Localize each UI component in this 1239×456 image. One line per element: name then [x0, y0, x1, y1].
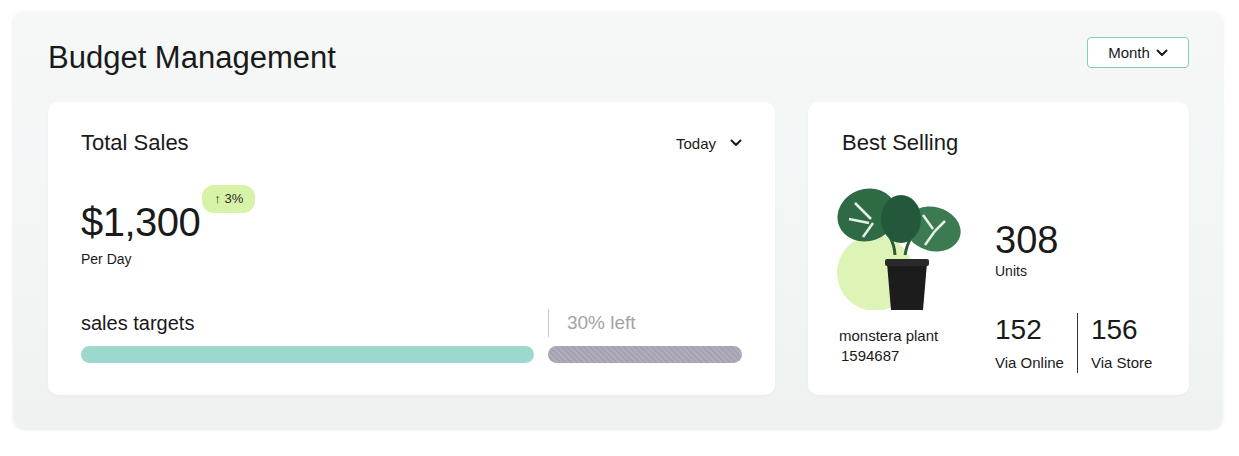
sales-unit: Per Day — [81, 250, 742, 268]
header: Budget Management Month — [48, 37, 1189, 81]
sales-amount: $1,300 — [81, 200, 200, 244]
best-selling-title: Best Selling — [842, 129, 1169, 157]
channel-label: Via Online — [995, 353, 1064, 373]
amount-row: $1,300↑ 3% — [81, 198, 200, 246]
channel-label: Via Store — [1091, 353, 1152, 373]
period-label: Month — [1108, 44, 1150, 61]
total-sales-header: Total Sales Today — [81, 129, 742, 157]
plant-image — [835, 185, 965, 310]
total-sales-panel: Total SalesToday$1,300↑ 3%Per Daysales t… — [48, 102, 775, 395]
product-code: 1594687 — [841, 346, 965, 366]
best-selling-panel: Best Selling monstera plant1594687 308Unit… — [808, 102, 1189, 395]
channel-list: 152 Via Online 156 Via Store — [995, 313, 1165, 373]
sales-target: sales targets 30% left — [81, 309, 742, 363]
page-title: Budget Management — [48, 38, 336, 78]
change-badge: ↑ 3% — [202, 185, 255, 213]
target-remaining: 30% left — [548, 309, 742, 337]
arrow-up-icon: ↑ — [214, 191, 221, 206]
range-label: Today — [676, 135, 716, 152]
range-dropdown[interactable]: Today — [676, 135, 742, 152]
budget-card: Budget Management Month Total Sales Today $1… — [14, 12, 1222, 428]
chevron-down-icon — [1156, 49, 1168, 57]
page: Budget Management Month Total Sales Today $1… — [0, 0, 1239, 456]
channel-stat: 152 Via Online — [995, 313, 1077, 373]
total-sales-title: Total Sales — [81, 129, 189, 157]
sales-stats: 308Units 152 Via Online 156 Via Store — [995, 185, 1165, 373]
chevron-down-icon — [730, 139, 742, 147]
channel-value: 152 — [995, 313, 1064, 347]
target-progress-fill — [81, 346, 534, 363]
panels: Total SalesToday$1,300↑ 3%Per Daysales t… — [48, 102, 1189, 395]
product: monstera plant1594687 — [835, 185, 965, 373]
target-label: sales targets — [81, 309, 534, 337]
product-name: monstera plant — [839, 326, 965, 346]
best-selling-body: monstera plant1594687 308Units 152 Via Onli… — [842, 185, 1169, 373]
target-progress-rest — [548, 346, 742, 363]
units-label: Units — [995, 262, 1165, 280]
period-dropdown[interactable]: Month — [1087, 37, 1189, 68]
channel-stat: 156 Via Store — [1077, 313, 1165, 373]
channel-value: 156 — [1091, 313, 1152, 347]
change-value: 3% — [224, 191, 243, 206]
units-value: 308 — [995, 218, 1165, 262]
